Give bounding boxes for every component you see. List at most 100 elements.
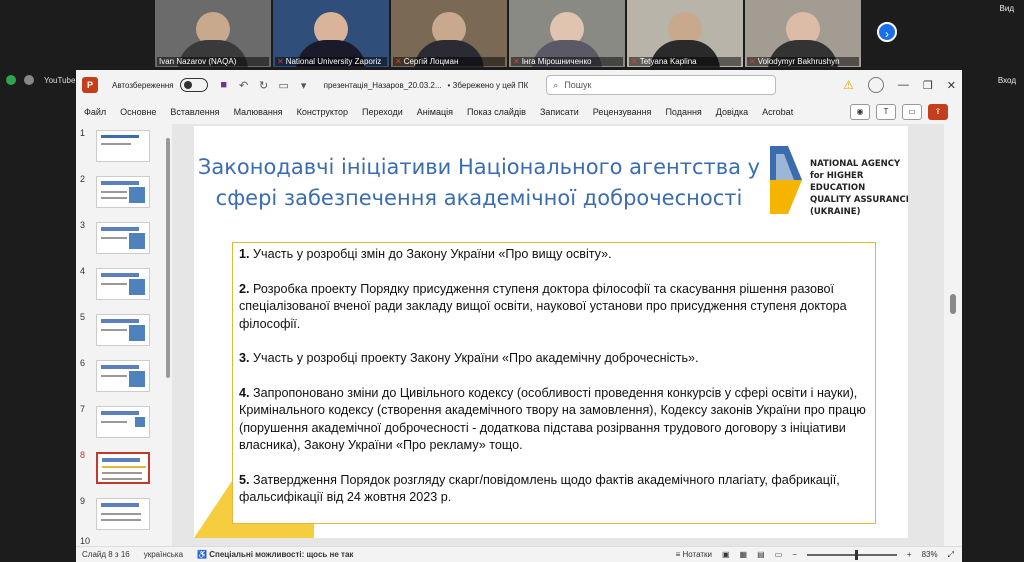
participant-name: Tetyana Kaplina xyxy=(639,57,697,66)
slide-thumbnail[interactable]: 7 xyxy=(76,404,172,444)
sorter-view-icon[interactable]: ▦ xyxy=(740,550,748,559)
mic-muted-icon: ✕ xyxy=(277,57,284,66)
zoom-slider[interactable] xyxy=(806,549,897,560)
avatar[interactable] xyxy=(867,77,884,93)
reading-view-icon[interactable]: ▤ xyxy=(757,550,765,559)
search-box[interactable]: ⌕ Пошук xyxy=(546,75,777,95)
menu-acrobat[interactable]: Acrobat xyxy=(755,107,800,117)
participant-tile[interactable]: ✕ National University Zaporiz xyxy=(273,0,389,67)
slide-number: 4 xyxy=(80,266,86,276)
ribbon-menu: Файл Основне Вставлення Малювання Констр… xyxy=(76,100,962,124)
accessibility-status[interactable]: ♿ Спеціальні можливості: щось не так xyxy=(197,550,353,559)
normal-view-icon[interactable]: ▣ xyxy=(722,550,730,559)
minimize-icon[interactable]: — xyxy=(898,79,909,91)
item-number: 5. xyxy=(239,472,250,487)
slideshow-icon[interactable]: ▭ xyxy=(775,550,783,559)
zoom-out-icon[interactable]: − xyxy=(792,550,797,559)
slide-scrollbar[interactable] xyxy=(948,124,958,546)
menu-home[interactable]: Основне xyxy=(113,107,163,117)
menu-design[interactable]: Конструктор xyxy=(290,107,355,117)
slide-preview xyxy=(96,406,150,438)
slide-thumbnail[interactable]: 9 xyxy=(76,496,172,536)
menu-record[interactable]: Записати xyxy=(533,107,586,117)
scroll-thumb[interactable] xyxy=(950,294,956,314)
saved-status[interactable]: • Збережено у цей ПК xyxy=(448,81,529,90)
title-bar: P Автозбереження ■ ↶ ↻ ▭ ▾ презентація_Н… xyxy=(76,70,962,100)
save-icon[interactable]: ■ xyxy=(216,79,232,91)
comments-icon[interactable]: ▭ xyxy=(902,104,922,120)
thumbnails-scrollbar[interactable] xyxy=(166,138,170,378)
slide-title-line: Законодавчі ініціативи Національного аге… xyxy=(197,155,761,179)
menu-transitions[interactable]: Переходи xyxy=(355,107,410,117)
zoom-level[interactable]: 83% xyxy=(922,550,938,559)
participant-tile[interactable]: Ivan Nazarov (NAQA) xyxy=(155,0,271,67)
participant-tile[interactable]: ✕ Tetyana Kaplina xyxy=(627,0,743,67)
list-item: 3. Участь у розробці проекту Закону Укра… xyxy=(239,350,869,368)
close-icon[interactable]: ✕ xyxy=(947,79,956,92)
menu-review[interactable]: Рецензування xyxy=(586,107,659,117)
slide-number: 8 xyxy=(80,450,86,460)
language-indicator[interactable]: українська xyxy=(144,550,183,559)
warning-icon[interactable]: ⚠ xyxy=(843,78,854,92)
slide-thumbnail[interactable]: 6 xyxy=(76,358,172,398)
undo-icon[interactable]: ↶ xyxy=(236,79,252,92)
item-text: Участь у розробці проекту Закону України… xyxy=(249,351,699,365)
slide-thumbnail[interactable]: 1 xyxy=(76,128,172,168)
slide-thumbnail[interactable]: 3 xyxy=(76,220,172,260)
slide[interactable]: Законодавчі ініціативи Національного аге… xyxy=(194,126,908,538)
menu-view[interactable]: Подання xyxy=(658,107,708,117)
powerpoint-window: P Автозбереження ■ ↶ ↻ ▭ ▾ презентація_Н… xyxy=(76,70,962,562)
slide-thumbnail[interactable]: 2 xyxy=(76,174,172,214)
menu-animations[interactable]: Анімація xyxy=(410,107,460,117)
item-number: 2. xyxy=(239,281,250,296)
slide-thumbnail[interactable]: 4 xyxy=(76,266,172,306)
fit-slide-icon[interactable]: ⤢ xyxy=(948,550,954,560)
slide-number: 1 xyxy=(80,128,86,138)
slide-thumbnail[interactable]: 10 xyxy=(76,536,172,546)
slide-number: 9 xyxy=(80,496,86,506)
participant-tile[interactable]: ✕ Інга Мірошниченко xyxy=(509,0,625,67)
menu-insert[interactable]: Вставлення xyxy=(163,107,226,117)
participant-name: Ivan Nazarov (NAQA) xyxy=(157,57,269,66)
notes-button[interactable]: ≡ Нотатки xyxy=(676,550,712,559)
agency-name-line: for HIGHER EDUCATION xyxy=(810,171,866,193)
shield-icon[interactable] xyxy=(6,75,16,85)
redo-icon[interactable]: ↻ xyxy=(256,79,272,92)
autosave-label: Автозбереження xyxy=(112,80,174,90)
slide-thumbnail[interactable]: 5 xyxy=(76,312,172,352)
participant-name: Сергій Лоцман xyxy=(403,57,459,66)
item-number: 4. xyxy=(239,385,250,400)
file-name: презентація_Назаров_20.03.2... xyxy=(323,80,442,90)
menu-help[interactable]: Довідка xyxy=(709,107,755,117)
participant-name: National University Zaporiz xyxy=(285,57,382,66)
slide-canvas: Законодавчі ініціативи Національного аге… xyxy=(172,124,944,546)
agency-logo: NATIONAL AGENCY for HIGHER EDUCATION QUA… xyxy=(768,144,908,220)
present-icon[interactable]: ▭ xyxy=(276,79,292,92)
slide-thumbnail-selected[interactable]: 8 xyxy=(76,450,172,490)
slide-number: 2 xyxy=(80,174,86,184)
zoom-in-icon[interactable]: + xyxy=(907,550,912,559)
rss-icon[interactable] xyxy=(24,75,34,85)
slide-preview xyxy=(96,176,150,208)
menu-slideshow[interactable]: Показ слайдів xyxy=(460,107,533,117)
autosave-toggle[interactable] xyxy=(179,78,208,92)
content-textbox[interactable]: 1. Участь у розробці змін до Закону Укра… xyxy=(232,242,876,524)
slide-number: 3 xyxy=(80,220,86,230)
menu-file[interactable]: Файл xyxy=(82,107,113,117)
restore-icon[interactable]: ❐ xyxy=(923,79,933,92)
participant-tile[interactable]: ✕ Volodymyr Bakhrushyn xyxy=(745,0,861,67)
item-text: Участь у розробці змін до Закону України… xyxy=(249,247,612,261)
share-icon[interactable]: ⇪ xyxy=(928,104,948,120)
youtube-tab[interactable]: YouTube xyxy=(44,76,75,85)
view-button[interactable]: Вид xyxy=(1000,4,1014,13)
teams-icon[interactable]: T xyxy=(876,104,896,120)
agency-name-line: QUALITY ASSURANCE xyxy=(810,195,908,205)
chevron-right-icon[interactable]: › xyxy=(877,22,897,42)
customize-icon[interactable]: ▾ xyxy=(296,79,312,92)
participant-tile[interactable]: ✕ Сергій Лоцман xyxy=(391,0,507,67)
slide-preview xyxy=(96,498,150,530)
record-icon[interactable]: ◉ xyxy=(850,104,870,120)
exit-button[interactable]: Вход xyxy=(998,76,1016,85)
item-text: Запропоновано зміни до Цивільного кодекс… xyxy=(239,385,866,453)
menu-draw[interactable]: Малювання xyxy=(227,107,290,117)
